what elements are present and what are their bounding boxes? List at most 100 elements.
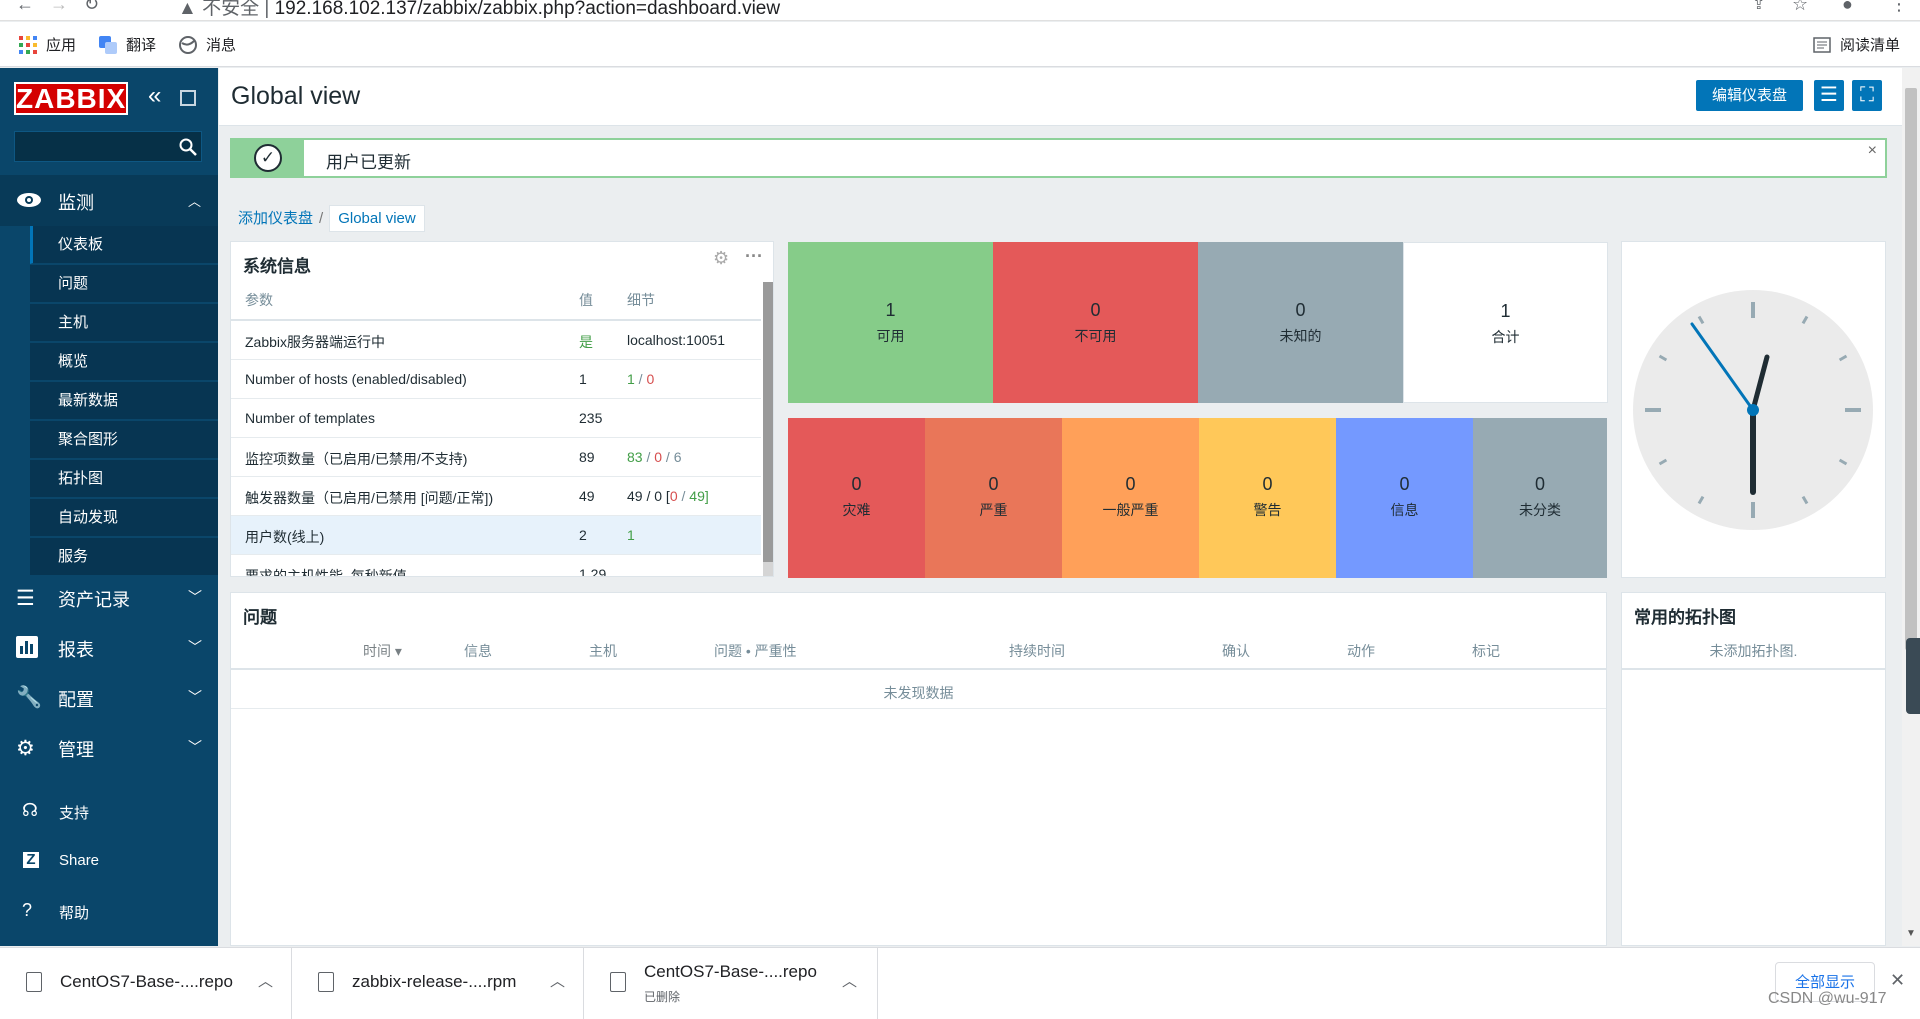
headset-icon: ☊ xyxy=(22,800,38,820)
menu-administration-label: 管理 xyxy=(58,740,94,760)
reading-list-label: 阅读清单 xyxy=(1840,37,1901,54)
table-row: Number of hosts (enabled/disabled) 1 1 / 0 xyxy=(231,360,761,399)
column-header: 标记 xyxy=(1472,643,1500,659)
bookmark-apps[interactable]: 应用 xyxy=(18,34,76,55)
chevron-up-icon[interactable]: ︿ xyxy=(258,970,273,991)
fullscreen-icon: ⛶ xyxy=(1860,84,1874,106)
download-name: CentOS7-Base-....repo xyxy=(60,972,233,991)
sidebar-item-screens[interactable]: 聚合图形 xyxy=(30,421,218,459)
sidebar-search-input[interactable] xyxy=(14,131,202,162)
forward-icon[interactable]: → xyxy=(50,0,68,15)
param-cell: 监控项数量（已启用/已禁用/不支持) xyxy=(245,451,468,467)
share-icon[interactable]: ⇪ xyxy=(1752,0,1765,14)
menu-help[interactable]: ? 帮助 xyxy=(0,886,218,936)
severity-warning[interactable]: 0 警告 xyxy=(1199,418,1336,578)
search-icon[interactable] xyxy=(178,137,198,157)
close-icon[interactable]: × xyxy=(1868,142,1877,160)
kiosk-mode-icon[interactable] xyxy=(180,90,196,106)
details-part: 1 xyxy=(627,527,635,543)
no-data-text: 未发现数据 xyxy=(883,685,954,701)
severity-information[interactable]: 0 信息 xyxy=(1336,418,1473,578)
reading-list[interactable]: 阅读清单 xyxy=(1812,34,1900,55)
sidebar-item-overview[interactable]: 概览 xyxy=(30,343,218,381)
severity-high[interactable]: 0 严重 xyxy=(925,418,1062,578)
column-header: 值 xyxy=(579,292,593,308)
dashboard-menu-button[interactable]: ☰ xyxy=(1814,80,1844,111)
widget-title: 常用的拓扑图 xyxy=(1634,608,1736,627)
breadcrumb: 添加仪表盘 / Global view xyxy=(238,205,425,232)
scrollbar-thumb[interactable] xyxy=(1905,88,1917,650)
sidebar-item-maps[interactable]: 拓扑图 xyxy=(30,460,218,498)
download-item[interactable]: zabbix-release-....rpm ︿ xyxy=(292,948,584,1019)
breadcrumb-parent[interactable]: 添加仪表盘 xyxy=(238,210,313,227)
severity-not-classified[interactable]: 0 未分类 xyxy=(1473,418,1607,578)
label: 未分类 xyxy=(1519,502,1561,518)
sidebar-item-discovery[interactable]: 自动发现 xyxy=(30,499,218,537)
success-indicator: ✓ xyxy=(232,140,304,176)
severity-disaster[interactable]: 0 灾难 xyxy=(788,418,925,578)
bookmark-label: 翻译 xyxy=(126,37,157,54)
chevron-up-icon[interactable]: ︿ xyxy=(842,970,857,991)
globe-icon xyxy=(179,35,197,54)
chevron-up-icon[interactable]: ︿ xyxy=(550,970,565,991)
bookmark-translate[interactable]: 翻译 xyxy=(98,34,156,55)
page-header: Global view 编辑仪表盘 ☰ ⛶ xyxy=(219,68,1902,126)
download-item[interactable]: CentOS7-Base-....repo 已删除 ︿ xyxy=(584,948,878,1019)
scroll-down-icon[interactable]: ▼ xyxy=(1906,928,1916,939)
count: 0 xyxy=(988,474,999,494)
widget-title: 系统信息 xyxy=(243,257,311,276)
star-icon[interactable]: ☆ xyxy=(1792,0,1808,15)
zabbix-logo[interactable]: ZABBIX xyxy=(14,82,128,115)
menu-support[interactable]: ☊ 支持 xyxy=(0,786,218,836)
availability-unknown[interactable]: 0 未知的 xyxy=(1198,242,1403,403)
fullscreen-button[interactable]: ⛶ xyxy=(1852,80,1882,111)
menu-share[interactable]: Z Share xyxy=(0,836,218,886)
gear-icon[interactable]: ⚙ xyxy=(713,248,729,269)
severity-average[interactable]: 0 一般严重 xyxy=(1062,418,1199,578)
more-icon[interactable]: ··· xyxy=(745,246,763,267)
breadcrumb-current[interactable]: Global view xyxy=(329,205,425,232)
page-title: Global view xyxy=(231,82,361,110)
menu-monitoring[interactable]: 监测 ︿ xyxy=(0,175,218,226)
reload-icon[interactable]: ↻ xyxy=(84,0,99,15)
collapse-sidebar-icon[interactable]: « xyxy=(148,84,161,108)
address-bar[interactable]: ▲ 不安全 | 192.168.102.137/zabbix/zabbix.ph… xyxy=(178,0,780,20)
label: 未知的 xyxy=(1279,328,1322,344)
menu-reports[interactable]: 报表 ﹀ xyxy=(0,623,218,673)
details-part: 0 xyxy=(669,488,678,504)
sidebar-item-dashboard[interactable]: 仪表板 xyxy=(30,226,218,264)
side-panel-tab[interactable] xyxy=(1906,638,1920,714)
count: 0 xyxy=(1399,474,1410,494)
menu-configuration[interactable]: 🔧 配置 ﹀ xyxy=(0,673,218,723)
browser-menu-icon[interactable]: ⋮ xyxy=(1890,0,1908,15)
sidebar-item-latest-data[interactable]: 最新数据 xyxy=(30,382,218,420)
availability-total[interactable]: 1 合计 xyxy=(1403,242,1608,403)
edit-dashboard-button[interactable]: 编辑仪表盘 xyxy=(1696,80,1803,111)
back-icon[interactable]: ← xyxy=(16,0,34,15)
sidebar-item-services[interactable]: 服务 xyxy=(30,538,218,576)
availability-unavailable[interactable]: 0 不可用 xyxy=(993,242,1198,403)
sidebar-item-problems[interactable]: 问题 xyxy=(30,265,218,303)
column-header: 参数 xyxy=(245,292,273,308)
reading-list-icon xyxy=(1813,36,1831,53)
system-info-widget: 系统信息 ⚙ ··· 参数 值 细节 Zabbix服务器端运行中 是 localho… xyxy=(230,241,774,577)
sidebar: ZABBIX « 监测 ︿ 仪表板 问题 主机 概览 最新数据 聚合图形 拓扑图… xyxy=(0,68,218,946)
details-cell: 83 / 0 / 6 xyxy=(627,449,682,465)
menu-inventory[interactable]: ☰ 资产记录 ﹀ xyxy=(0,573,218,623)
details-cell: 1 xyxy=(627,527,635,543)
availability-available[interactable]: 1 可用 xyxy=(788,242,993,403)
profile-icon[interactable]: ● xyxy=(1842,0,1853,15)
menu-administration[interactable]: ⚙ 管理 ﹀ xyxy=(0,723,218,773)
file-icon xyxy=(318,972,334,992)
sidebar-item-hosts[interactable]: 主机 xyxy=(30,304,218,342)
clock-face xyxy=(1633,290,1873,530)
success-message: ✓ 用户已更新 × xyxy=(230,138,1887,178)
scrollbar[interactable] xyxy=(763,282,773,576)
sort-time-header[interactable]: 时间 ▾ xyxy=(363,641,402,661)
page-scrollbar[interactable]: ▼ xyxy=(1902,68,1920,946)
bookmark-messages[interactable]: 消息 xyxy=(178,34,236,55)
table-row: Number of templates 235 xyxy=(231,399,761,438)
download-item[interactable]: CentOS7-Base-....repo ︿ xyxy=(0,948,292,1019)
close-icon[interactable]: ✕ xyxy=(1890,970,1905,991)
column-header: 细节 xyxy=(627,292,655,308)
